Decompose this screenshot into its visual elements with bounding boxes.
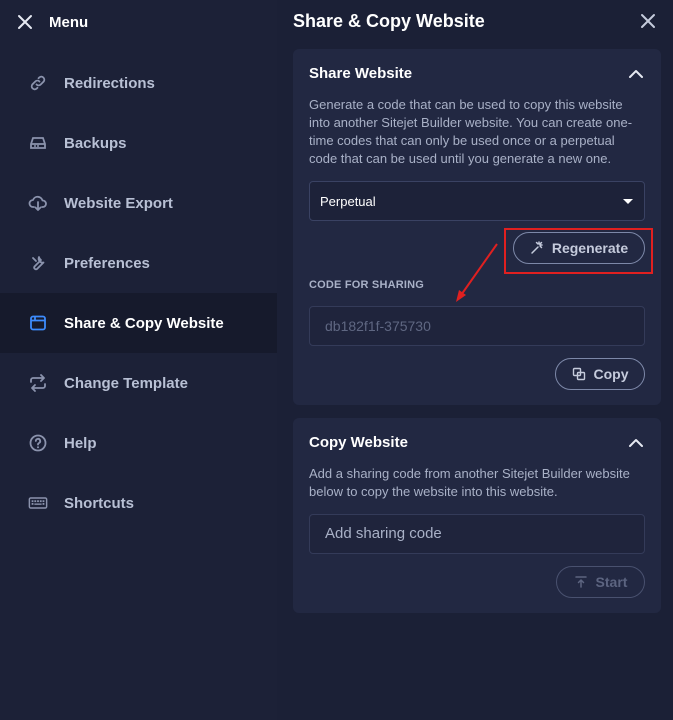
cloud-download-icon	[28, 193, 48, 213]
sidebar-header: Menu	[0, 0, 277, 46]
copy-website-card: Copy Website Add a sharing code from ano…	[293, 418, 661, 613]
annotation-highlight-box	[504, 228, 653, 274]
share-website-card: Share Website Generate a code that can b…	[293, 49, 661, 405]
start-button[interactable]: Start	[556, 566, 645, 598]
code-type-select[interactable]: Perpetual	[309, 181, 645, 221]
start-label: Start	[595, 574, 628, 590]
chevron-up-icon[interactable]	[627, 434, 645, 452]
sidebar-item-label: Change Template	[64, 374, 188, 392]
sidebar: Menu Redirections Backups Website Export	[0, 0, 277, 720]
sidebar-item-shortcuts[interactable]: Shortcuts	[0, 473, 277, 533]
copy-icon	[572, 367, 585, 381]
wrench-icon	[28, 253, 48, 273]
keyboard-icon	[28, 493, 48, 513]
copy-label: Copy	[593, 366, 629, 382]
copy-card-description: Add a sharing code from another Sitejet …	[309, 466, 630, 499]
sidebar-item-label: Preferences	[64, 254, 150, 272]
sidebar-item-label: Website Export	[64, 194, 173, 212]
swap-arrows-icon	[28, 373, 48, 393]
caret-down-icon	[623, 199, 633, 204]
sidebar-item-label: Shortcuts	[64, 494, 135, 512]
close-icon[interactable]	[639, 12, 657, 30]
copy-button[interactable]: Copy	[555, 358, 645, 390]
share-card-description: Generate a code that can be used to copy…	[309, 97, 633, 166]
sidebar-item-redirections[interactable]: Redirections	[0, 53, 277, 113]
help-circle-icon	[28, 433, 48, 453]
sidebar-item-help[interactable]: Help	[0, 413, 277, 473]
sharing-code-input[interactable]: Add sharing code	[309, 514, 645, 554]
copy-card-title: Copy Website	[309, 434, 408, 451]
sidebar-item-backups[interactable]: Backups	[0, 113, 277, 173]
sidebar-item-label: Share & Copy Website	[64, 314, 224, 332]
close-icon[interactable]	[16, 13, 34, 31]
panel-title: Share & Copy Website	[293, 11, 485, 31]
sidebar-item-label: Backups	[64, 134, 127, 152]
sidebar-item-label: Redirections	[64, 74, 155, 92]
code-for-sharing-label: CODE FOR SHARING	[309, 279, 425, 291]
share-card-title: Share Website	[309, 65, 413, 82]
sidebar-item-website-export[interactable]: Website Export	[0, 173, 277, 233]
sidebar-item-change-template[interactable]: Change Template	[0, 353, 277, 413]
code-type-value: Perpetual	[320, 194, 376, 209]
upload-icon	[574, 576, 587, 588]
sidebar-title: Menu	[49, 14, 89, 31]
sharing-code-field[interactable]: db182f1f-375730	[309, 306, 645, 346]
window-icon	[28, 313, 48, 333]
annotation-arrow-icon	[456, 243, 498, 302]
chevron-up-icon[interactable]	[627, 65, 645, 83]
share-copy-panel: Share & Copy Website Share Website Gener…	[277, 0, 673, 720]
sidebar-item-share-copy-website[interactable]: Share & Copy Website	[0, 293, 277, 353]
link-icon	[28, 73, 48, 93]
sidebar-item-preferences[interactable]: Preferences	[0, 233, 277, 293]
sidebar-item-label: Help	[64, 434, 97, 452]
drive-icon	[28, 133, 48, 153]
